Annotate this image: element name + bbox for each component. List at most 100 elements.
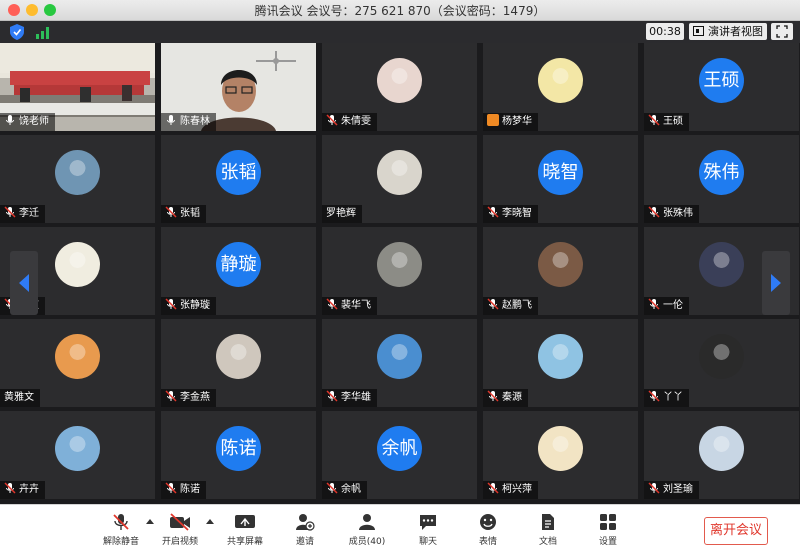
microphone-muted-icon [648,298,660,310]
arrow-left-icon [19,274,29,292]
participant-tile[interactable]: 余帆 余帆 [322,411,477,499]
participant-name: 余帆 [341,484,361,495]
participant-name: 张静璇 [180,300,210,311]
microphone-icon [167,115,175,125]
participant-tile[interactable]: 饶老师 [0,43,155,131]
participant-name: 陈春林 [180,116,210,127]
participant-nameplate: 卉卉 [0,481,45,499]
avatar [699,242,744,287]
avatar-initials: 静璇 [216,242,261,287]
participant-nameplate: 李金燕 [161,389,216,407]
participant-nameplate: 饶老师 [0,113,55,131]
participant-nameplate: 黄雅文 [0,389,40,407]
participant-tile[interactable]: 殊伟 张殊伟 [644,135,799,223]
microphone-muted-icon [487,206,499,218]
participant-name: 卉卉 [19,484,39,495]
microphone-muted-icon [165,206,177,218]
participant-nameplate: 罗艳辉 [322,205,362,223]
window-title: 腾讯会议 会议号：275 621 870（会议密码：1479） [254,4,546,18]
participant-name: 王硕 [663,116,683,127]
participant-tile[interactable]: 陈春林 [161,43,316,131]
video-options-caret[interactable] [206,519,214,524]
participant-grid: 饶老师 陈春林 朱倩雯杨梦华王硕王硕李迁张韬张韬罗艳辉晓智李晓智殊伟张殊伟金爽静… [0,43,800,503]
participant-tile[interactable]: 李迁 [0,135,155,223]
microphone-muted-icon [648,482,660,494]
speaker-view-icon [693,26,704,36]
participant-nameplate: 陈春林 [161,113,216,131]
participant-nameplate: 一伦 [644,297,689,315]
participant-tile[interactable]: 赵鹏飞 [483,227,638,315]
avatar [538,426,583,471]
avatar [55,334,100,379]
network-signal-icon[interactable] [36,25,52,39]
fullscreen-button[interactable] [771,23,793,40]
participant-tile[interactable]: 李金燕 [161,319,316,407]
next-page-button[interactable] [762,251,790,315]
participant-tile[interactable]: 晓智 李晓智 [483,135,638,223]
chat-label: 聊天 [418,537,437,547]
chat-button[interactable]: 聊天 [403,511,453,551]
invite-button[interactable]: 邀请 [280,511,330,551]
start-video-label: 开启视频 [161,537,198,547]
security-shield-icon[interactable] [10,24,24,40]
participant-name: 柯兴萍 [502,484,532,495]
person-icon [487,114,499,126]
participant-name: 陈诺 [180,484,200,495]
microphone-muted-icon [326,298,338,310]
participant-tile[interactable]: 朱倩雯 [322,43,477,131]
participant-tile[interactable]: 卉卉 [0,411,155,499]
participant-nameplate: 陈诺 [161,481,206,499]
settings-button[interactable]: 设置 [583,511,633,551]
participant-nameplate: 李晓智 [483,205,538,223]
microphone-muted-icon [648,114,660,126]
document-icon [542,514,554,530]
participant-tile[interactable]: 张韬 张韬 [161,135,316,223]
participant-name: 罗艳辉 [326,208,356,219]
leave-meeting-button[interactable]: 离开会议 [704,517,768,545]
participant-name: 张韬 [180,208,200,219]
avatar [538,242,583,287]
participant-tile[interactable]: 秦源 [483,319,638,407]
unmute-button[interactable]: 解除静音 [96,511,146,551]
participant-tile[interactable]: 黄雅文 [0,319,155,407]
documents-button[interactable]: 文档 [523,511,573,551]
window-titlebar: 腾讯会议 会议号：275 621 870（会议密码：1479） [0,0,800,21]
reactions-button[interactable]: 表情 [463,511,513,551]
participant-tile[interactable]: 柯兴萍 [483,411,638,499]
participant-name: 李晓智 [502,208,532,219]
participant-tile[interactable]: 罗艳辉 [322,135,477,223]
avatar [377,58,422,103]
members-button[interactable]: 成员(40) [342,511,392,551]
participant-tile[interactable]: 陈诺 陈诺 [161,411,316,499]
participant-name: 刘圣瑜 [663,484,693,495]
microphone-muted-icon [326,482,338,494]
participant-tile[interactable]: 静璇张静璇 [161,227,316,315]
documents-label: 文档 [538,537,557,547]
camera-off-icon [170,513,190,531]
avatar-initials: 余帆 [377,426,422,471]
participant-tile[interactable]: 丫丫 [644,319,799,407]
audio-options-caret[interactable] [146,519,154,524]
participant-name: 丫丫 [663,392,683,403]
fullscreen-icon [776,25,788,38]
share-screen-button[interactable]: 共享屏幕 [220,511,270,551]
participant-tile[interactable]: 杨梦华 [483,43,638,131]
meeting-toolbar: 00:38 演讲者视图 [0,21,800,43]
start-video-button[interactable]: 开启视频 [155,511,205,551]
participant-tile[interactable]: 刘圣瑜 [644,411,799,499]
participant-tile[interactable]: 裴华飞 [322,227,477,315]
previous-page-button[interactable] [10,251,38,315]
participant-nameplate: 余帆 [322,481,367,499]
reactions-label: 表情 [478,537,497,547]
microphone-muted-icon [4,482,16,494]
participant-nameplate: 秦源 [483,389,528,407]
avatar-initials: 王硕 [699,58,744,103]
members-label: 成员(40) [348,537,386,547]
participant-tile[interactable]: 王硕 王硕 [644,43,799,131]
speaker-view-button[interactable]: 演讲者视图 [689,23,767,40]
smiley-icon [480,514,496,530]
microphone-muted-icon [165,482,177,494]
participant-tile[interactable]: 李华雄 [322,319,477,407]
avatar [55,242,100,287]
participant-name: 黄雅文 [4,392,34,403]
